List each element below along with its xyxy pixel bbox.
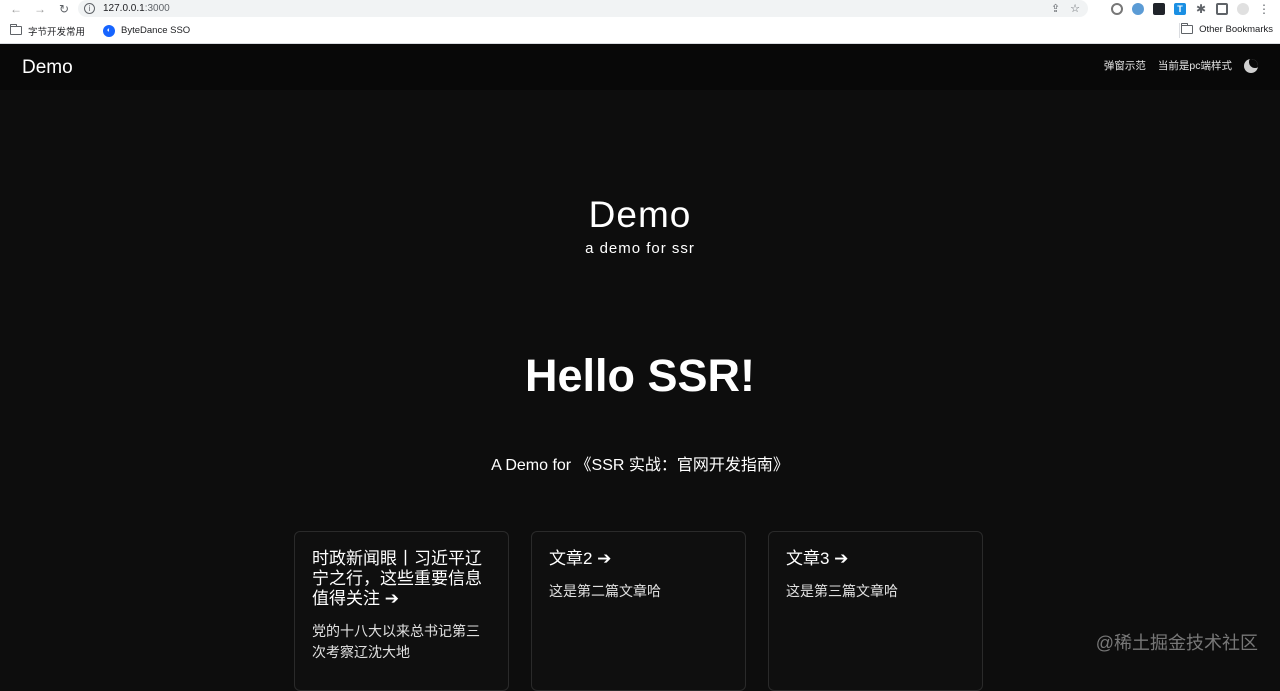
hero-title: Demo — [588, 194, 692, 235]
nav-buttons: ← → ↻ — [0, 2, 71, 16]
puzzle-icon[interactable]: ✱ — [1195, 3, 1207, 15]
modal-demo-link[interactable]: 弹窗示范 — [1104, 58, 1146, 73]
react-devtools-icon[interactable] — [1153, 3, 1165, 15]
card-description: 这是第二篇文章哈 — [549, 583, 661, 599]
folder-icon — [10, 24, 22, 35]
reload-icon[interactable]: ↻ — [57, 2, 71, 16]
device-style-indicator[interactable]: 当前是pc端样式 — [1158, 58, 1232, 73]
card-title[interactable]: 时政新闻眼丨习近平辽宁之行，这些重要信息值得关注 ➔ — [312, 549, 491, 609]
profile-avatar-icon[interactable] — [1237, 3, 1249, 15]
card-description: 这是第三篇文章哈 — [786, 583, 898, 599]
card-description: 党的十八大以来总书记第三次考察辽沈大地 — [312, 623, 480, 660]
folder-icon — [1181, 23, 1194, 34]
bookmark-sso[interactable]: ◐ ByteDance SSO — [103, 24, 191, 37]
browser-toolbar: ← → ↻ i 127.0.0.1:3000 ⇪ ☆ T ✱ ⋮ — [0, 0, 1280, 18]
bookmark-label: ByteDance SSO — [121, 25, 191, 36]
kebab-menu-icon[interactable]: ⋮ — [1258, 3, 1270, 15]
card-title[interactable]: 文章3 ➔ — [786, 549, 965, 569]
other-bookmarks[interactable]: Other Bookmarks — [1181, 23, 1273, 35]
bookmark-folder-dev[interactable]: 字节开发常用 — [10, 24, 85, 38]
record-extension-icon[interactable] — [1111, 3, 1123, 15]
side-panel-icon[interactable] — [1216, 3, 1228, 15]
bookmarks-divider — [1179, 23, 1180, 38]
back-icon[interactable]: ← — [9, 2, 23, 16]
bookmarks-bar: 字节开发常用 ◐ ByteDance SSO Other Bookmarks — [0, 18, 1280, 44]
watermark: @稀土掘金技术社区 — [1095, 633, 1258, 653]
app-logo[interactable]: Demo — [22, 57, 73, 79]
extensions-bar: T ✱ ⋮ — [1111, 0, 1280, 18]
forward-icon[interactable]: → — [33, 2, 47, 16]
article-card[interactable]: 文章2 ➔ 这是第二篇文章哈 — [531, 531, 746, 691]
article-card[interactable]: 时政新闻眼丨习近平辽宁之行，这些重要信息值得关注 ➔ 党的十八大以来总书记第三次… — [294, 531, 509, 691]
t-extension-icon[interactable]: T — [1174, 3, 1186, 15]
app-header: Demo 弹窗示范 当前是pc端样式 — [0, 44, 1280, 90]
moon-icon[interactable] — [1244, 58, 1258, 73]
tagline: A Demo for 《SSR 实战：官网开发指南》 — [491, 457, 789, 474]
info-icon[interactable]: i — [84, 3, 95, 14]
share-icon[interactable]: ⇪ — [1051, 2, 1060, 15]
star-icon[interactable]: ☆ — [1070, 2, 1080, 15]
article-card[interactable]: 文章3 ➔ 这是第三篇文章哈 — [768, 531, 983, 691]
sso-icon: ◐ — [103, 24, 116, 37]
bookmark-label: 字节开发常用 — [28, 26, 86, 38]
url-text[interactable]: 127.0.0.1:3000 — [103, 3, 170, 14]
address-bar[interactable]: i 127.0.0.1:3000 ⇪ ☆ — [78, 0, 1088, 17]
omnibox-actions: ⇪ ☆ — [1051, 2, 1080, 15]
hero-subtitle: a demo for ssr — [585, 240, 695, 257]
other-bookmarks-label: Other Bookmarks — [1199, 24, 1273, 35]
card-title[interactable]: 文章2 ➔ — [549, 549, 728, 569]
header-actions: 弹窗示范 当前是pc端样式 — [1104, 58, 1258, 73]
page-heading: Hello SSR! — [524, 350, 756, 401]
translate-extension-icon[interactable] — [1132, 3, 1144, 15]
